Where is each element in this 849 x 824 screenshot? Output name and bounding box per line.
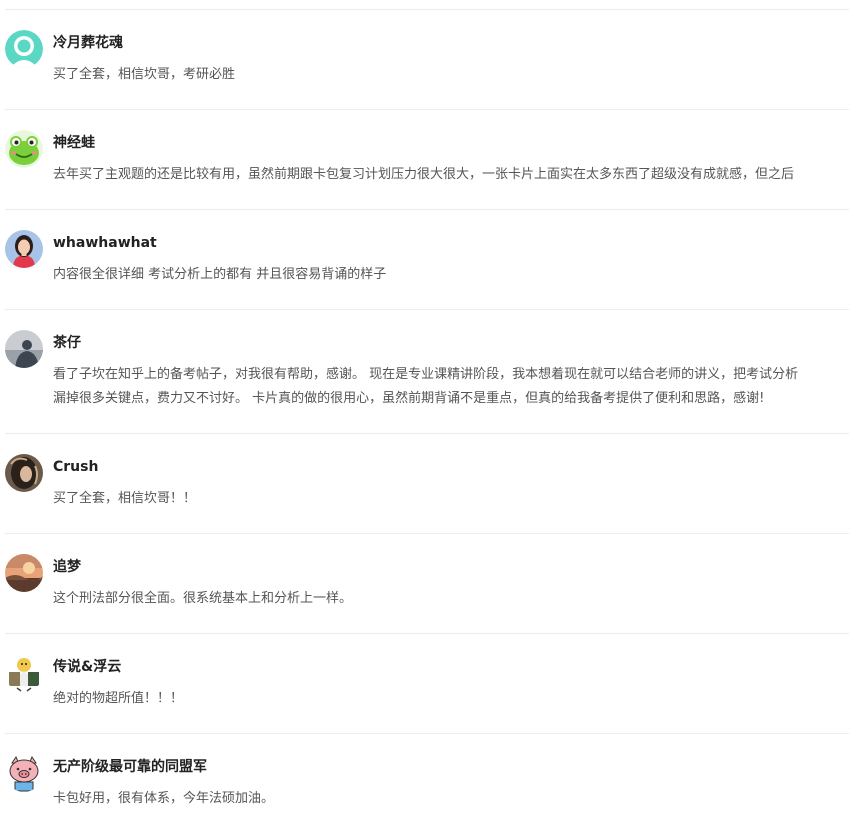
comment-author[interactable]: 追梦 <box>53 558 81 576</box>
cartoon-reading-avatar[interactable] <box>5 654 43 692</box>
girl-photo-avatar[interactable] <box>5 230 43 268</box>
green-frog-avatar[interactable] <box>5 130 43 168</box>
comment-text: 这个刑法部分很全面。很系统基本上和分析上一样。 <box>53 587 352 611</box>
comment-text: 看了子坎在知乎上的备考帖子，对我很有帮助，感谢。 现在是专业课精讲阶段，我本想着… <box>53 363 798 411</box>
comment-item: 无产阶级最可靠的同盟军 卡包好用，很有体系，今年法硕加油。 <box>5 734 849 824</box>
comment-author[interactable]: 茶仔 <box>53 334 81 352</box>
pink-pig-avatar[interactable] <box>5 754 43 792</box>
default-person-avatar[interactable] <box>5 30 43 68</box>
comment-text-line: 看了子坎在知乎上的备考帖子，对我很有帮助，感谢。 现在是专业课精讲阶段，我本想着… <box>53 367 799 382</box>
comment-text-line: 这个刑法部分很全面。很系统基本上和分析上一样。 <box>53 591 353 606</box>
comment-text: 内容很全很详细 考试分析上的都有 并且很容易背诵的样子 <box>53 263 386 287</box>
comment-item: 追梦 这个刑法部分很全面。很系统基本上和分析上一样。 <box>5 534 849 634</box>
comment-text-line: 买了全套，相信坎哥，考研必胜 <box>53 67 236 82</box>
comment-text-line: 绝对的物超所值！！！ <box>53 691 184 706</box>
comment-item: 茶仔 看了子坎在知乎上的备考帖子，对我很有帮助，感谢。 现在是专业课精讲阶段，我… <box>5 310 849 434</box>
comment-text-line: 去年买了主观题的还是比较有用，虽然前期跟卡包复习计划压力很大很大，一张卡片上面实… <box>53 167 795 182</box>
hair-photo-avatar[interactable] <box>5 454 43 492</box>
comment-item: Crush 买了全套，相信坎哥！！ <box>5 434 849 534</box>
silhouette-photo-avatar[interactable] <box>5 330 43 368</box>
comment-author[interactable]: 传说&浮云 <box>53 658 121 676</box>
top-divider <box>5 0 849 10</box>
comment-text: 去年买了主观题的还是比较有用，虽然前期跟卡包复习计划压力很大很大，一张卡片上面实… <box>53 163 794 187</box>
comment-author[interactable]: 神经蛙 <box>53 134 95 152</box>
comment-text-line: 卡包好用，很有体系，今年法硕加油。 <box>53 791 275 806</box>
comment-author[interactable]: 无产阶级最可靠的同盟军 <box>53 758 207 776</box>
comment-text-line: 买了全套，相信坎哥！！ <box>53 491 197 506</box>
comment-text: 卡包好用，很有体系，今年法硕加油。 <box>53 787 274 811</box>
comment-author[interactable]: 冷月葬花魂 <box>53 34 123 52</box>
sunset-photo-avatar[interactable] <box>5 554 43 592</box>
comment-text-line: 内容很全很详细 考试分析上的都有 并且很容易背诵的样子 <box>53 267 387 282</box>
comment-item: 冷月葬花魂 买了全套，相信坎哥，考研必胜 <box>5 10 849 110</box>
comment-text: 绝对的物超所值！！！ <box>53 687 183 711</box>
comment-author[interactable]: Crush <box>53 458 98 476</box>
comment-text: 买了全套，相信坎哥！！ <box>53 487 196 511</box>
comment-text: 买了全套，相信坎哥，考研必胜 <box>53 63 235 87</box>
comment-item: whawhawhat 内容很全很详细 考试分析上的都有 并且很容易背诵的样子 <box>5 210 849 310</box>
comment-item: 神经蛙 去年买了主观题的还是比较有用，虽然前期跟卡包复习计划压力很大很大，一张卡… <box>5 110 849 210</box>
comment-author[interactable]: whawhawhat <box>53 234 157 252</box>
comment-text-line: 漏掉很多关键点，费力又不讨好。 卡片真的做的很用心，虽然前期背诵不是重点，但真的… <box>53 391 765 406</box>
comment-list: 冷月葬花魂 买了全套，相信坎哥，考研必胜 神经蛙 去年买了主观题的还是比较有用，… <box>0 0 849 824</box>
comment-item: 传说&浮云 绝对的物超所值！！！ <box>5 634 849 734</box>
